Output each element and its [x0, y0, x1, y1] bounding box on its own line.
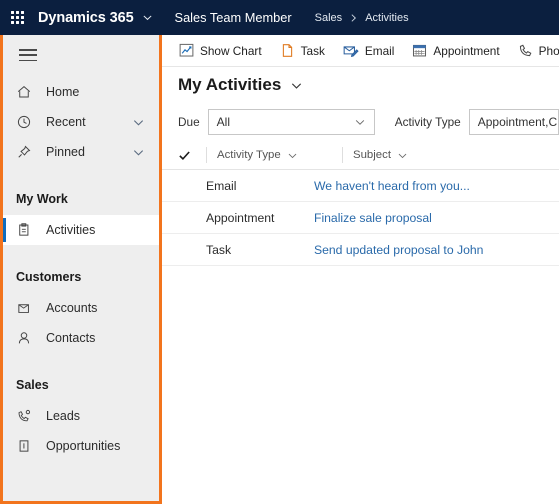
grid-header-row: Activity Type Subject — [162, 141, 559, 170]
breadcrumb: Sales Activities — [315, 12, 409, 24]
top-header-bar: Dynamics 365 Sales Team Member Sales Act… — [0, 0, 559, 35]
sidebar-group-customers: Customers — [16, 270, 82, 284]
command-label: Email — [364, 43, 395, 58]
activity-type-filter-select[interactable]: Appointment,C — [468, 109, 559, 135]
chevron-down-icon[interactable] — [132, 116, 145, 129]
show-chart-button[interactable]: Show Chart — [170, 35, 271, 67]
sidebar-item-accounts[interactable]: Accounts — [3, 293, 159, 323]
activity-type-filter-label: Activity Type — [394, 115, 461, 129]
cell-subject-link[interactable]: Send updated proposal to John — [314, 243, 559, 257]
table-row[interactable]: Email We haven't heard from you... — [162, 170, 559, 202]
view-header: My Activities — [162, 67, 559, 103]
cell-subject-link[interactable]: Finalize sale proposal — [314, 211, 559, 225]
cell-activity-type: Appointment — [206, 210, 275, 225]
chevron-down-icon — [397, 150, 408, 161]
chevron-down-icon — [287, 150, 298, 161]
brand-title: Dynamics 365 — [38, 9, 134, 26]
cell-activity-type: Task — [206, 242, 232, 257]
opportunity-icon — [16, 437, 36, 455]
sidebar-item-label: Contacts — [46, 331, 96, 345]
command-label: Phone Call — [538, 43, 559, 58]
column-header-label: Activity Type — [217, 149, 281, 161]
chart-icon — [179, 43, 194, 58]
clock-icon — [16, 113, 36, 131]
sidebar-group-sales: Sales — [16, 378, 49, 392]
building-icon — [16, 299, 36, 317]
sidebar-item-contacts[interactable]: Contacts — [3, 323, 159, 353]
sidebar-group-my-work: My Work — [16, 192, 68, 206]
select-all-checkmark-icon[interactable] — [178, 149, 206, 162]
sidebar-item-label: Activities — [46, 223, 96, 237]
sidebar-item-opportunities[interactable]: Opportunities — [3, 431, 159, 461]
calendar-icon — [412, 43, 427, 58]
email-edit-icon — [343, 43, 359, 58]
new-task-button[interactable]: Task — [271, 35, 334, 67]
breadcrumb-parent[interactable]: Sales — [315, 12, 343, 24]
sidebar-item-label: Opportunities — [46, 439, 121, 453]
app-name-label[interactable]: Sales Team Member — [175, 10, 292, 25]
breadcrumb-current: Activities — [365, 11, 409, 24]
person-icon — [16, 329, 36, 347]
table-row[interactable]: Task Send updated proposal to John — [162, 234, 559, 266]
new-email-button[interactable]: Email — [334, 35, 404, 67]
column-header-activity-type[interactable]: Activity Type — [206, 147, 342, 163]
new-appointment-button[interactable]: Appointment — [403, 35, 508, 67]
sidebar-highlight-box: Home Recent Pinned My Work Activities Cu… — [0, 35, 162, 504]
due-filter-label: Due — [178, 115, 200, 129]
sidebar-item-home[interactable]: Home — [3, 77, 159, 107]
hamburger-menu-icon[interactable] — [19, 49, 37, 61]
column-header-label: Subject — [353, 149, 391, 161]
page-title: My Activities — [178, 75, 282, 94]
sidebar-item-label: Leads — [46, 409, 81, 423]
clipboard-icon — [16, 221, 36, 239]
sidebar-item-label: Accounts — [46, 301, 98, 315]
sidebar-item-recent[interactable]: Recent — [3, 107, 159, 137]
command-label: Show Chart — [200, 43, 262, 58]
table-row[interactable]: Appointment Finalize sale proposal — [162, 202, 559, 234]
chevron-down-icon[interactable] — [132, 146, 145, 159]
command-label: Task — [300, 43, 325, 58]
chevron-down-icon — [354, 116, 366, 128]
due-filter-select[interactable]: All — [207, 109, 375, 135]
command-bar: Show Chart Task Email Appointment Pho — [162, 35, 559, 67]
pin-icon — [16, 143, 36, 161]
sidebar-navigation: Home Recent Pinned My Work Activities Cu… — [3, 35, 159, 501]
column-header-subject[interactable]: Subject — [342, 147, 559, 163]
phone-lead-icon — [16, 407, 36, 425]
sidebar-item-label: Home — [46, 85, 80, 99]
home-icon — [16, 83, 36, 101]
sidebar-item-pinned[interactable]: Pinned — [3, 137, 159, 167]
command-label: Appointment — [433, 43, 500, 58]
sidebar-item-activities[interactable]: Activities — [3, 215, 159, 245]
cell-subject-link[interactable]: We haven't heard from you... — [314, 179, 559, 193]
cell-activity-type: Email — [206, 178, 237, 193]
main-content: Show Chart Task Email Appointment Pho My… — [162, 35, 559, 504]
sidebar-item-leads[interactable]: Leads — [3, 401, 159, 431]
brand-chevron-down-icon[interactable] — [142, 12, 153, 23]
sidebar-item-label: Pinned — [46, 145, 85, 159]
sidebar-item-label: Recent — [46, 115, 86, 129]
app-launcher-waffle-icon[interactable] — [11, 10, 25, 25]
chevron-right-icon — [349, 13, 358, 23]
task-document-icon — [280, 43, 295, 58]
filter-bar: Due All Activity Type Appointment,C — [162, 103, 559, 141]
view-selector-chevron-down-icon[interactable] — [290, 79, 303, 92]
app-root: Dynamics 365 Sales Team Member Sales Act… — [0, 0, 559, 504]
new-phone-call-button[interactable]: Phone Call — [509, 35, 559, 67]
due-filter-value: All — [216, 115, 230, 129]
activity-type-filter-value: Appointment,C — [477, 115, 558, 129]
phone-icon — [518, 43, 533, 58]
